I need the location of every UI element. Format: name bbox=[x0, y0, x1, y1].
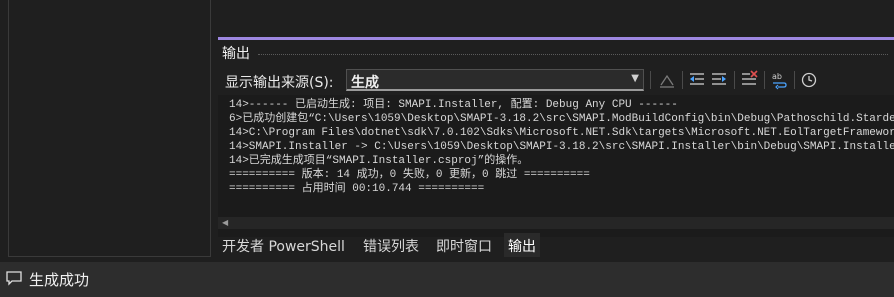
output-title: 输出 bbox=[222, 46, 250, 62]
clear-all-icon[interactable] bbox=[739, 70, 759, 90]
toolbar-separator bbox=[764, 71, 765, 89]
status-text: 生成成功 bbox=[29, 271, 90, 289]
tab-immediate-window[interactable]: 即时窗口 bbox=[432, 233, 496, 257]
message-icon[interactable] bbox=[5, 269, 23, 287]
tab-error-list[interactable]: 错误列表 bbox=[359, 233, 423, 257]
toggle-word-wrap-icon[interactable]: ab bbox=[769, 70, 789, 90]
scroll-left-icon[interactable]: ◀ bbox=[222, 217, 228, 229]
tool-window-tabs: 开发者 PowerShell 错误列表 即时窗口 输出 bbox=[218, 233, 894, 257]
output-text-area[interactable]: 14>------ 已启动生成: 项目: SMAPI.Installer, 配置… bbox=[218, 95, 894, 237]
toolbar-separator bbox=[650, 71, 651, 89]
tab-developer-powershell[interactable]: 开发者 PowerShell bbox=[218, 233, 349, 257]
output-source-select[interactable]: 生成 ▼ bbox=[346, 69, 644, 91]
chevron-down-icon: ▼ bbox=[631, 73, 639, 84]
tab-output[interactable]: 输出 bbox=[504, 233, 540, 257]
log-line: ========== 占用时间 00:10.744 ========== bbox=[229, 183, 485, 195]
log-line: 14>C:\Program Files\dotnet\sdk\7.0.102\S… bbox=[229, 127, 894, 139]
source-label: 显示输出来源(S): bbox=[225, 75, 334, 91]
output-toolbar: 显示输出来源(S): 生成 ▼ ab bbox=[218, 65, 894, 95]
find-message-icon[interactable] bbox=[657, 70, 677, 90]
log-line: ========== 版本: 14 成功，0 失败，0 更新，0 跳过 ====… bbox=[229, 169, 590, 181]
log-line: 14>已完成生成项目“SMAPI.Installer.csproj”的操作。 bbox=[229, 155, 529, 167]
svg-text:ab: ab bbox=[772, 72, 782, 81]
log-line: 6>已成功创建包“C:\Users\1059\Desktop\SMAPI-3.1… bbox=[229, 113, 894, 125]
toolbar-separator bbox=[682, 71, 683, 89]
log-line: 14>------ 已启动生成: 项目: SMAPI.Installer, 配置… bbox=[229, 99, 678, 111]
next-message-icon[interactable] bbox=[709, 70, 729, 90]
toolbar-separator bbox=[794, 71, 795, 89]
output-source-value: 生成 bbox=[351, 75, 379, 91]
toolbar-separator bbox=[734, 71, 735, 89]
left-panel bbox=[8, 0, 211, 257]
horizontal-scrollbar[interactable]: ◀ bbox=[218, 217, 894, 229]
title-bar-grip bbox=[258, 54, 888, 55]
log-line: 14>SMAPI.Installer -> C:\Users\1059\Desk… bbox=[229, 141, 894, 153]
previous-message-icon[interactable] bbox=[687, 70, 707, 90]
output-window: 输出 显示输出来源(S): 生成 ▼ ab 14>------ 已启动生成: 项… bbox=[218, 37, 894, 258]
status-bar: 生成成功 bbox=[0, 262, 894, 297]
timestamps-icon[interactable] bbox=[799, 70, 819, 90]
output-title-bar[interactable]: 输出 bbox=[218, 40, 894, 62]
